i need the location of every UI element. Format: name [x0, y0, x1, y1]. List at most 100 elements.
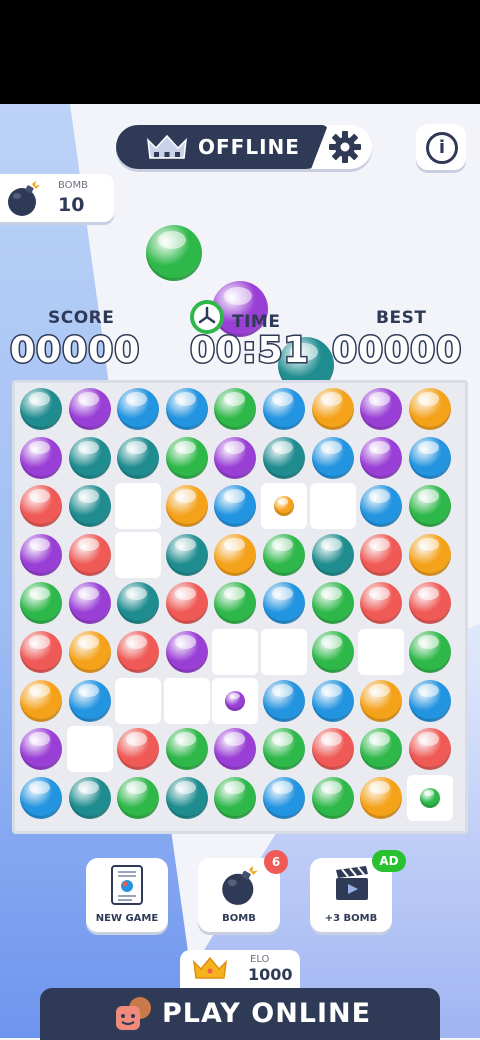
gear-icon[interactable] [328, 130, 362, 164]
game-board[interactable] [12, 380, 468, 834]
board-cell[interactable] [212, 580, 258, 626]
board-cell[interactable] [115, 386, 161, 432]
board-cell[interactable] [358, 483, 404, 529]
board-cell[interactable] [407, 435, 453, 481]
board-cell[interactable] [164, 629, 210, 675]
board-cell[interactable] [18, 678, 64, 724]
board-cell[interactable] [407, 726, 453, 772]
bomb-button[interactable]: BOMB 6 [198, 850, 288, 932]
board-cell[interactable] [261, 629, 307, 675]
board-cell[interactable] [115, 629, 161, 675]
bomb-button-label: BOMB [222, 913, 256, 924]
board-cell[interactable] [164, 435, 210, 481]
ball-blue [311, 436, 354, 479]
board-cell[interactable] [18, 435, 64, 481]
board-cell[interactable] [358, 580, 404, 626]
board-cell[interactable] [212, 775, 258, 821]
board-cell[interactable] [310, 629, 356, 675]
info-button[interactable]: i [416, 124, 466, 170]
board-cell[interactable] [358, 678, 404, 724]
board-cell[interactable] [212, 726, 258, 772]
board-cell[interactable] [115, 726, 161, 772]
board-cell[interactable] [164, 580, 210, 626]
board-cell[interactable] [212, 532, 258, 578]
ball-green [117, 776, 160, 819]
board-cell[interactable] [407, 483, 453, 529]
board-cell[interactable] [261, 726, 307, 772]
board-cell[interactable] [358, 726, 404, 772]
board-cell[interactable] [407, 532, 453, 578]
board-cell[interactable] [67, 386, 113, 432]
ball-green [263, 728, 305, 771]
board-cell[interactable] [261, 775, 307, 821]
board-cell[interactable] [358, 775, 404, 821]
board-cell[interactable] [212, 629, 259, 675]
board-cell[interactable] [309, 483, 356, 530]
board-cell[interactable] [212, 677, 259, 724]
board-cell[interactable] [212, 386, 258, 432]
mode-label: OFFLINE [198, 135, 300, 159]
board-cell[interactable] [115, 580, 161, 626]
board-cell[interactable] [18, 629, 64, 675]
board-cell[interactable] [67, 629, 113, 675]
board-cell[interactable] [67, 532, 113, 578]
ball-purple [20, 728, 62, 771]
board-cell[interactable] [66, 726, 113, 773]
board-cell[interactable] [261, 435, 307, 481]
board-cell[interactable] [358, 435, 404, 481]
board-cell[interactable] [261, 386, 307, 432]
board-cell[interactable] [67, 678, 113, 724]
board-cell[interactable] [358, 532, 404, 578]
board-cell[interactable] [310, 580, 356, 626]
board-cell[interactable] [407, 580, 453, 626]
board-cell[interactable] [310, 726, 356, 772]
board-cell[interactable] [164, 483, 210, 529]
board-cell[interactable] [115, 435, 161, 481]
board-cell[interactable] [164, 726, 210, 772]
board-cell[interactable] [406, 774, 453, 821]
board-cell[interactable] [18, 483, 64, 529]
board-cell[interactable] [310, 386, 356, 432]
board-cell[interactable] [407, 629, 453, 675]
board-cell[interactable] [115, 775, 161, 821]
time-label: TIME [232, 312, 281, 332]
board-cell[interactable] [67, 483, 113, 529]
board-cell[interactable] [67, 580, 113, 626]
ball-red [117, 631, 160, 673]
board-cell[interactable] [18, 580, 64, 626]
board-cell[interactable] [261, 483, 307, 530]
board-cell[interactable] [261, 580, 307, 626]
board-cell[interactable] [310, 532, 356, 578]
board-cell[interactable] [310, 678, 356, 724]
board-cell[interactable] [358, 629, 405, 675]
board-cell[interactable] [67, 775, 113, 821]
play-online-button[interactable]: PLAY ONLINE [40, 988, 440, 1040]
ball-teal [68, 776, 111, 819]
ball-green [311, 631, 354, 673]
board-cell[interactable] [261, 678, 307, 724]
board-cell[interactable] [164, 532, 210, 578]
board-cell[interactable] [164, 386, 210, 432]
new-game-button[interactable]: NEW GAME [86, 858, 168, 932]
board-cell[interactable] [212, 483, 258, 529]
board-cell[interactable] [67, 435, 113, 481]
board-cell[interactable] [163, 677, 210, 724]
ball-red [165, 582, 208, 625]
board-cell[interactable] [115, 531, 162, 578]
board-cell[interactable] [310, 435, 356, 481]
board-cell[interactable] [164, 775, 210, 821]
board-cell[interactable] [212, 435, 258, 481]
ball-blue [263, 582, 305, 625]
board-cell[interactable] [18, 386, 64, 432]
board-cell[interactable] [261, 532, 307, 578]
board-cell[interactable] [115, 677, 162, 724]
board-cell[interactable] [18, 775, 64, 821]
plus-bomb-ad-button[interactable]: +3 BOMB AD [310, 850, 406, 932]
board-cell[interactable] [407, 386, 453, 432]
board-cell[interactable] [18, 532, 64, 578]
board-cell[interactable] [18, 726, 64, 772]
board-cell[interactable] [310, 775, 356, 821]
board-cell[interactable] [407, 678, 453, 724]
board-cell[interactable] [358, 386, 404, 432]
board-cell[interactable] [115, 483, 162, 530]
